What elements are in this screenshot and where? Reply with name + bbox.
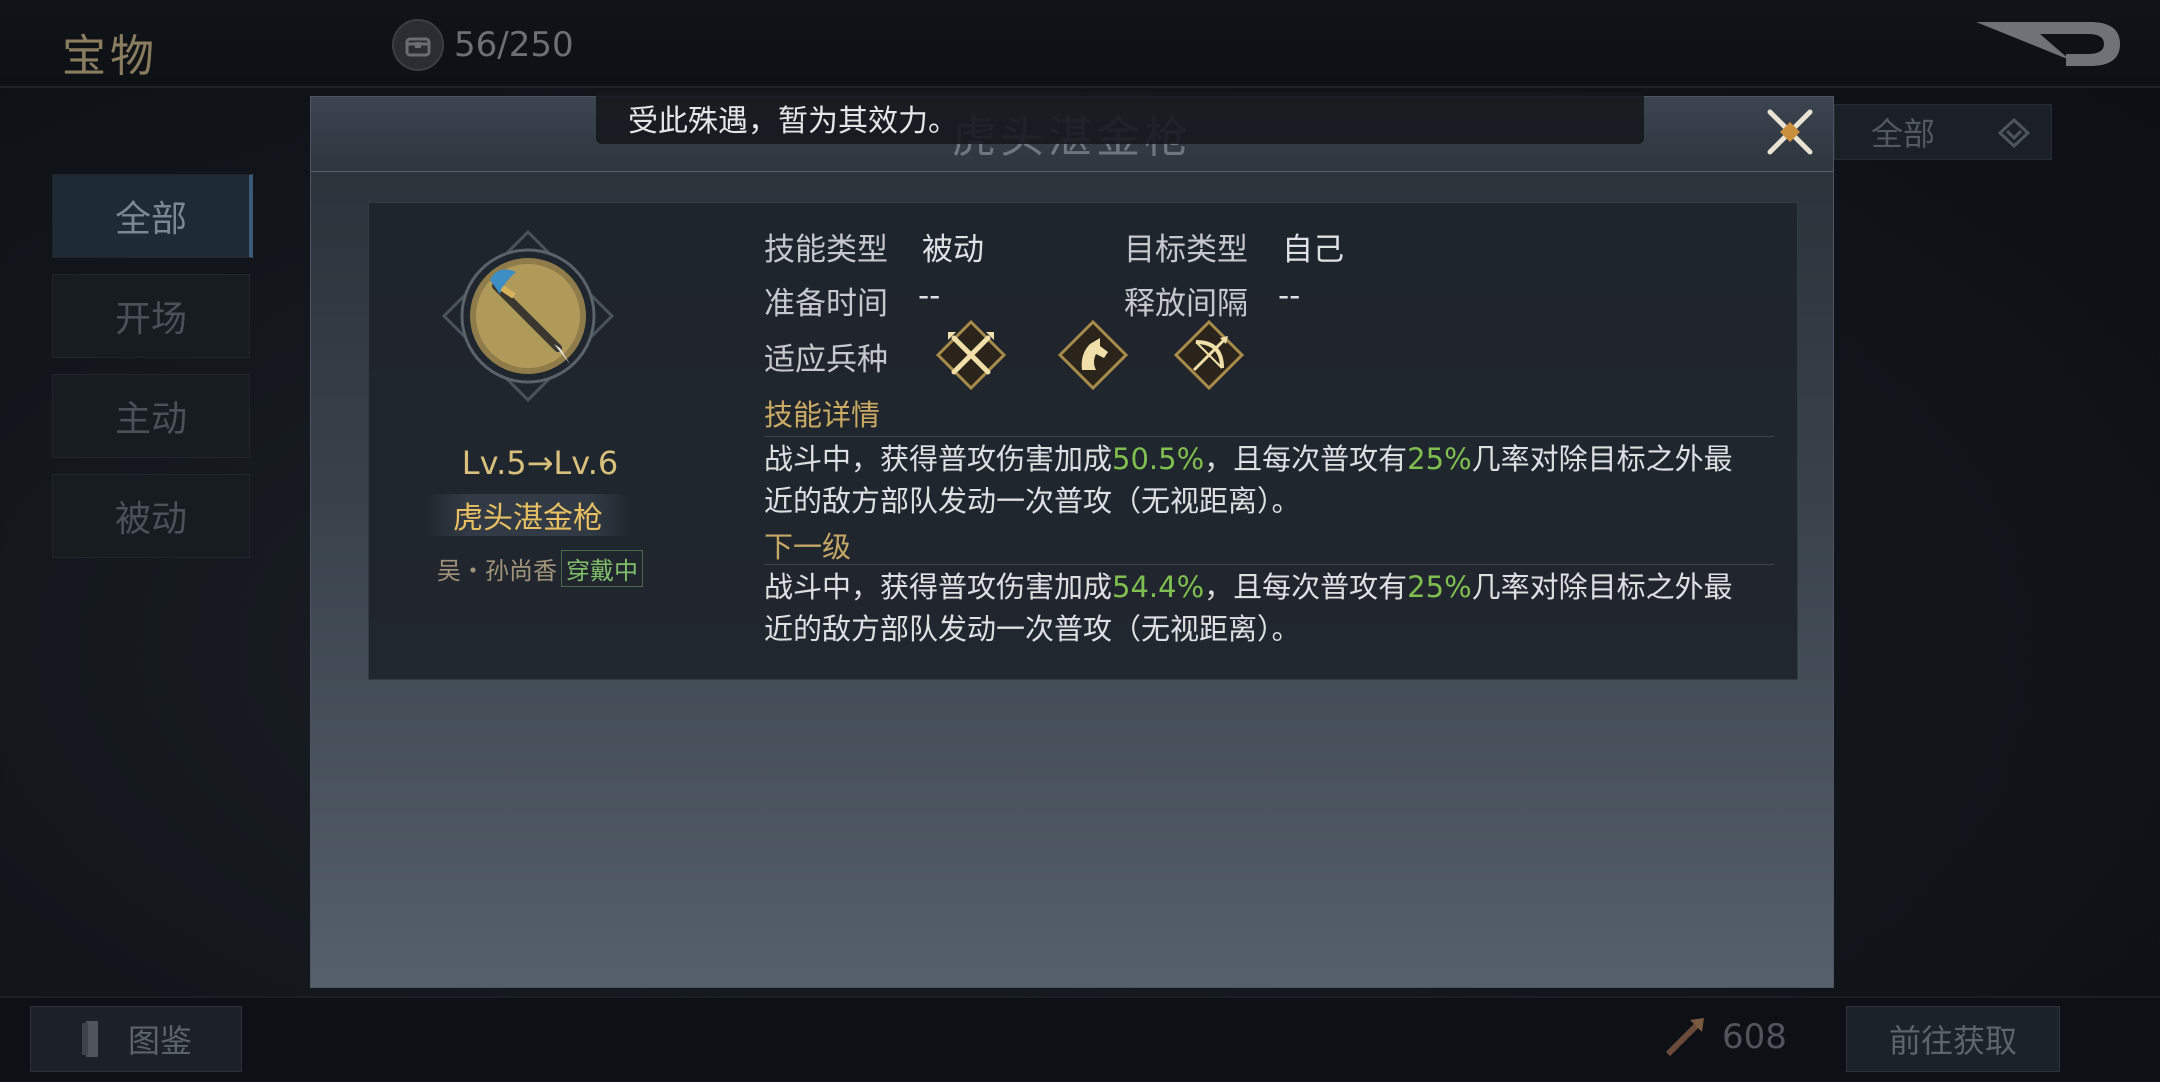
treasure-count-text: 56/250 <box>454 25 574 65</box>
cavalry-icon <box>1056 318 1130 392</box>
prep-time-label: 准备时间 <box>764 286 888 322</box>
obtain-label: 前往获取 <box>1888 1022 2017 1060</box>
skill-type-label: 技能类型 <box>764 232 888 268</box>
page-title: 宝物 <box>62 31 158 82</box>
category-sidebar: 全部 开场 主动 被动 <box>52 174 253 574</box>
troops-label: 适应兵种 <box>764 342 888 378</box>
sidebar-item-label: 开场 <box>114 299 187 340</box>
resource-icon <box>1665 1018 1704 1057</box>
close-icon <box>1767 109 1813 155</box>
codex-label: 图鉴 <box>127 1022 192 1060</box>
desc-line-1: 战斗中，获得普攻伤害加成54.4%，且每次普攻有25%几率对除目标之外最 <box>764 570 1733 604</box>
item-name: 虎头湛金枪 <box>453 501 603 536</box>
back-button[interactable] <box>1970 14 2130 74</box>
sidebar-item-label: 全部 <box>114 199 187 240</box>
close-button[interactable] <box>1764 106 1816 158</box>
resource-count: 608 <box>1722 1017 1787 1057</box>
spear-item-icon <box>441 229 615 403</box>
codex-button[interactable]: 图鉴 <box>30 1006 242 1072</box>
equipped-badge: 穿戴中 <box>561 550 643 587</box>
treasure-box-icon <box>392 19 444 71</box>
treasure-medal <box>441 229 615 403</box>
owner-row: 吴・孙尚香 穿戴中 <box>368 550 712 587</box>
sidebar-item-label: 被动 <box>114 499 187 540</box>
top-bar <box>0 0 2160 88</box>
damage-bonus-value: 50.5% <box>1112 442 1205 476</box>
back-arrow-icon <box>1976 22 2120 66</box>
skill-description-current: 战斗中，获得普攻伤害加成50.5%，且每次普攻有25%几率对除目标之外最 近的敌… <box>764 438 1774 522</box>
desc-line-2: 近的敌方部队发动一次普攻（无视距离）。 <box>764 612 1301 646</box>
target-type-label: 目标类型 <box>1124 232 1248 268</box>
desc-line-2: 近的敌方部队发动一次普攻（无视距离）。 <box>764 484 1301 518</box>
sidebar-item-all[interactable]: 全部 <box>52 174 253 258</box>
scroll-icon <box>81 1021 98 1057</box>
skill-detail-heading: 技能详情 <box>764 398 881 432</box>
sidebar-item-label: 主动 <box>114 399 187 440</box>
sidebar-item-active[interactable]: 主动 <box>52 374 250 458</box>
resource-counter: 608 <box>1660 1012 1787 1062</box>
toast-message: 受此殊遇，暂为其效力。 <box>596 92 1644 144</box>
spearman-icon <box>934 318 1008 392</box>
filter-dropdown[interactable]: 全部 <box>1834 104 2052 160</box>
interval-value: -- <box>1278 278 1301 314</box>
archer-icon <box>1172 318 1246 392</box>
chance-value: 25% <box>1407 570 1472 604</box>
item-name-plate: 虎头湛金枪 <box>426 494 630 536</box>
level-upgrade-text: Lv.5→Lv.6 <box>461 444 619 482</box>
treasure-count: 56/250 <box>392 19 574 71</box>
interval-label: 释放间隔 <box>1124 286 1248 322</box>
next-level-heading: 下一级 <box>764 530 852 564</box>
skill-description-next: 战斗中，获得普攻伤害加成54.4%，且每次普攻有25%几率对除目标之外最 近的敌… <box>764 566 1774 650</box>
filter-chevron-icon <box>1997 117 2031 149</box>
obtain-button[interactable]: 前往获取 <box>1846 1006 2060 1072</box>
target-type-value: 自己 <box>1282 232 1344 268</box>
owner-name: 吴・孙尚香 <box>437 557 557 585</box>
divider <box>764 436 1774 437</box>
skill-type-value: 被动 <box>922 232 984 268</box>
desc-line-1: 战斗中，获得普攻伤害加成50.5%，且每次普攻有25%几率对除目标之外最 <box>764 442 1733 476</box>
chance-value: 25% <box>1407 442 1472 476</box>
filter-label: 全部 <box>1871 115 1936 153</box>
prep-time-value: -- <box>918 278 941 314</box>
damage-bonus-value: 54.4% <box>1112 570 1205 604</box>
divider <box>764 564 1774 565</box>
sidebar-item-opening[interactable]: 开场 <box>52 274 250 358</box>
sidebar-item-passive[interactable]: 被动 <box>52 474 250 558</box>
bottom-bar <box>0 996 2160 1082</box>
